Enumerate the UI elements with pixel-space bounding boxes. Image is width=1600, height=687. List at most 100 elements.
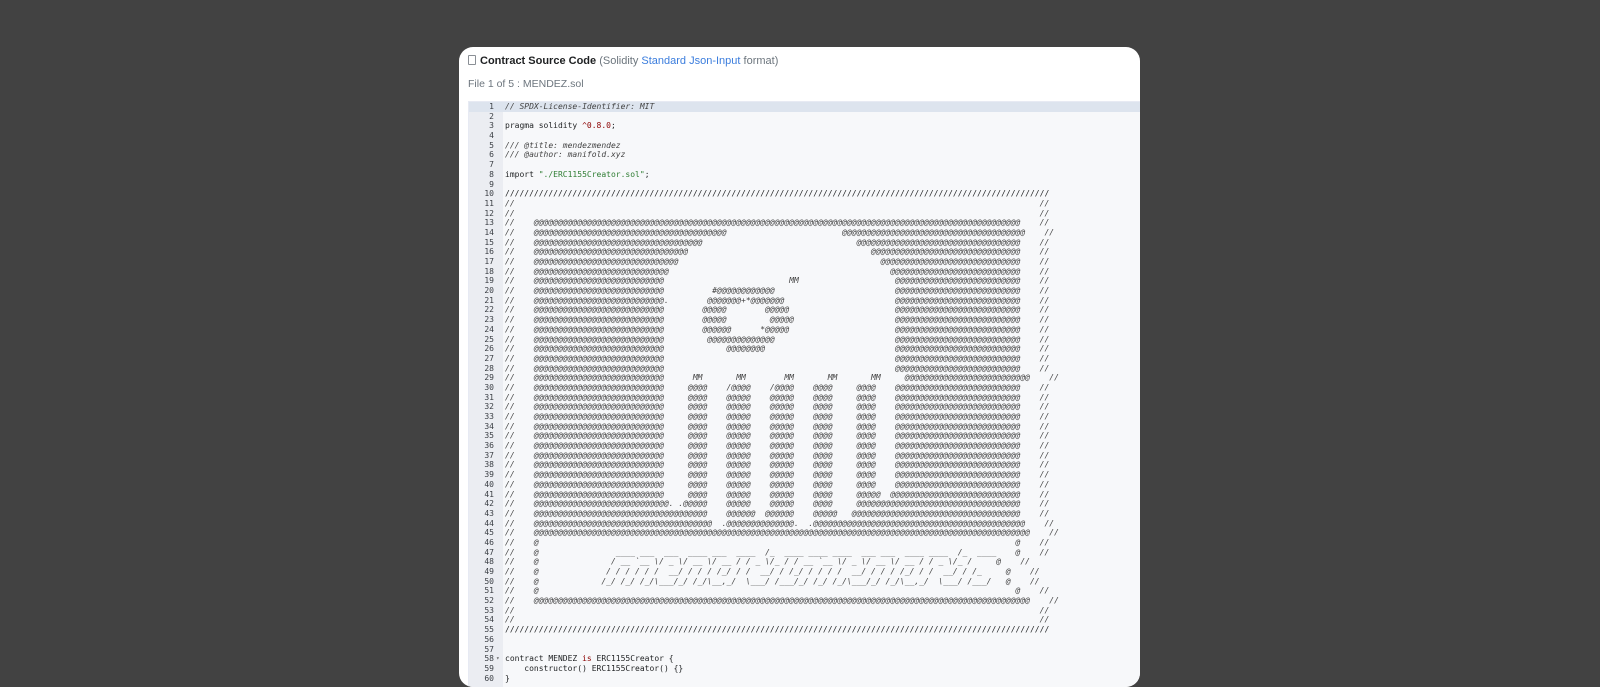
line-number: 50	[484, 576, 494, 586]
line-number: 10	[484, 189, 494, 199]
code-line: 26 // @@@@@@@@@@@@@@@@@@@@@@@@@@@ @@@@@@@…	[469, 344, 1140, 354]
line-text: // @@@@@@@@@@@@@@@@@@@@@@@@@@@@@@@@@@@@@…	[505, 596, 1059, 606]
code-line: 28 // @@@@@@@@@@@@@@@@@@@@@@@@@@@ @@@@@@@…	[469, 364, 1140, 374]
line-number: 11	[484, 198, 494, 208]
line-text: // @@@@@@@@@@@@@@@@@@@@@@@@@@@ @@@@@@@@@…	[505, 363, 1050, 373]
line-number: 59	[484, 663, 494, 673]
code-line: 43 // @@@@@@@@@@@@@@@@@@@@@@@@@@@@@@@@@@@…	[469, 509, 1140, 519]
line-number: 14	[484, 227, 494, 237]
code-line: 2	[469, 112, 1140, 122]
code-line: 39 // @@@@@@@@@@@@@@@@@@@@@@@@@@@ @@@@ @@…	[469, 470, 1140, 480]
line-number: 5	[489, 140, 494, 150]
line-number: 26	[484, 344, 494, 354]
line-number: 19	[484, 276, 494, 286]
code-line: 36 // @@@@@@@@@@@@@@@@@@@@@@@@@@@ @@@@ @@…	[469, 441, 1140, 451]
code-line: 8 import "./ERC1155Creator.sol";	[469, 170, 1140, 180]
code-line: 5 /// @title: mendezmendez	[469, 141, 1140, 151]
code-line: 9	[469, 180, 1140, 190]
line-text: // @@@@@@@@@@@@@@@@@@@@@@@@@@@@@@@@@@@@@…	[505, 227, 1055, 237]
line-number: 32	[484, 402, 494, 412]
line-number: 18	[484, 266, 494, 276]
line-text: // @@@@@@@@@@@@@@@@@@@@@@@@@@@ @@@@@@@@@…	[505, 334, 1050, 344]
code-line: 29 // @@@@@@@@@@@@@@@@@@@@@@@@@@@ MM MM M…	[469, 373, 1140, 383]
line-number: 25	[484, 334, 494, 344]
code-line: 44 // @@@@@@@@@@@@@@@@@@@@@@@@@@@@@@@@@@@…	[469, 519, 1140, 529]
code-line: 51 // @ @ //	[469, 586, 1140, 596]
line-number: 49	[484, 567, 494, 576]
line-text: // @@@@@@@@@@@@@@@@@@@@@@@@@@@@@@@@ @@@@…	[505, 247, 1050, 257]
code-line: 37 // @@@@@@@@@@@@@@@@@@@@@@@@@@@ @@@@ @@…	[469, 451, 1140, 461]
line-number: 40	[484, 479, 494, 489]
code-line: 7	[469, 160, 1140, 170]
line-text: pragma solidity ^0.8.0;	[505, 121, 616, 131]
line-number: 9	[489, 179, 494, 189]
code-line: 54 // //	[469, 615, 1140, 625]
line-number: 43	[484, 508, 494, 518]
line-text: // @@@@@@@@@@@@@@@@@@@@@@@@@@@ @@@@ @@@@…	[505, 392, 1050, 402]
line-number: 53	[484, 605, 494, 615]
code-line: 57	[469, 645, 1140, 655]
line-text: // @@@@@@@@@@@@@@@@@@@@@@@@@@@. @@@@@@@+…	[505, 295, 1050, 305]
line-number: 16	[484, 247, 494, 257]
line-text: // //	[505, 615, 1050, 625]
line-number: 37	[484, 450, 494, 460]
line-text: // @@@@@@@@@@@@@@@@@@@@@@@@@@@ @@@@ @@@@…	[505, 441, 1050, 451]
code-line: 49 // @ / / / / / / __/ / / / /_/ / / __/…	[469, 567, 1140, 577]
code-line: 60}	[469, 674, 1140, 684]
section-title: Contract Source Code	[480, 55, 597, 67]
code-editor[interactable]: 1 // SPDX-License-Identifier: MIT 2 3 pragma…	[468, 101, 1140, 687]
line-number: 54	[484, 615, 494, 625]
code-line: 15 // @@@@@@@@@@@@@@@@@@@@@@@@@@@@@@@@@@@…	[469, 238, 1140, 248]
code-line: 34 // @@@@@@@@@@@@@@@@@@@@@@@@@@@ @@@@ @@…	[469, 422, 1140, 432]
code-line: 45 // @@@@@@@@@@@@@@@@@@@@@@@@@@@@@@@@@@@…	[469, 528, 1140, 538]
line-number: 56	[484, 634, 494, 644]
code-line: 41 // @@@@@@@@@@@@@@@@@@@@@@@@@@@ @@@@ @@…	[469, 490, 1140, 500]
code-line: 17 // @@@@@@@@@@@@@@@@@@@@@@@@@@@@@@ @@@@…	[469, 257, 1140, 267]
code-line: 4	[469, 131, 1140, 141]
line-text: // //	[505, 198, 1050, 208]
line-number: 3	[489, 121, 494, 131]
line-text: // SPDX-License-Identifier: MIT	[505, 102, 655, 111]
line-number: 31	[484, 392, 494, 402]
code-line: 25 // @@@@@@@@@@@@@@@@@@@@@@@@@@@ @@@@@@@…	[469, 335, 1140, 345]
code-line: 11 // //	[469, 199, 1140, 209]
line-number: 1	[489, 102, 494, 111]
line-text: contract MENDEZ is ERC1155Creator {	[505, 654, 674, 664]
line-number: 22	[484, 305, 494, 315]
code-line: 18 // @@@@@@@@@@@@@@@@@@@@@@@@@@@@ @@@@@@…	[469, 267, 1140, 277]
code-line: 40 // @@@@@@@@@@@@@@@@@@@@@@@@@@@ @@@@ @@…	[469, 480, 1140, 490]
line-text: // @@@@@@@@@@@@@@@@@@@@@@@@@@@@@@@@@@@@@…	[505, 218, 1050, 228]
code-line: 12 // //	[469, 209, 1140, 219]
line-number: 55	[484, 625, 494, 635]
code-line: 6 /// @author: manifold.xyz	[469, 150, 1140, 160]
line-number: 6	[489, 150, 494, 160]
standard-json-input-link[interactable]: Standard Json-Input	[641, 55, 740, 67]
line-text: }	[505, 673, 510, 683]
line-text: ////////////////////////////////////////…	[505, 189, 1050, 199]
line-text: // //	[505, 208, 1050, 218]
fold-arrow-icon[interactable]: ▾	[496, 654, 500, 664]
line-text: // @ /_/ /_/ /_/\___/_/ /_/\__,_/ \___/ …	[505, 576, 1040, 586]
line-text: // @@@@@@@@@@@@@@@@@@@@@@@@@@@ @@@@ @@@@…	[505, 402, 1050, 412]
line-text: // @@@@@@@@@@@@@@@@@@@@@@@@@@@ @@@@@@ *@…	[505, 324, 1050, 334]
code-line: 31 // @@@@@@@@@@@@@@@@@@@@@@@@@@@ @@@@ @@…	[469, 393, 1140, 403]
line-text: // @ @ //	[505, 537, 1050, 547]
code-line: 58 ▾ contract MENDEZ is ERC1155Creator {	[469, 654, 1140, 664]
line-number: 4	[489, 131, 494, 141]
line-number: 24	[484, 324, 494, 334]
line-number: 44	[484, 518, 494, 528]
code-line: 48 // @ / __ `__ \/ _ \/ __ \/ __ / / _ \…	[469, 557, 1140, 567]
line-text: // @@@@@@@@@@@@@@@@@@@@@@@@@@@ @@@@ @@@@…	[505, 450, 1050, 460]
code-line: 50 // @ /_/ /_/ /_/\___/_/ /_/\__,_/ \___…	[469, 577, 1140, 587]
line-text: // @@@@@@@@@@@@@@@@@@@@@@@@@@@ @@@@@ @@@…	[505, 315, 1050, 325]
line-text: // //	[505, 605, 1050, 615]
code-line: 55 //////////////////////////////////////…	[469, 625, 1140, 635]
line-number: 46	[484, 537, 494, 547]
line-number: 28	[484, 363, 494, 373]
file-info: File 1 of 5 : MENDEZ.sol	[468, 78, 584, 90]
code-line: 42 // @@@@@@@@@@@@@@@@@@@@@@@@@@@@. .@@@@…	[469, 499, 1140, 509]
line-text: // @@@@@@@@@@@@@@@@@@@@@@@@@@@ @@@@@ @@@…	[505, 305, 1050, 315]
line-text: // @@@@@@@@@@@@@@@@@@@@@@@@@@@ #@@@@@@@@…	[505, 286, 1050, 296]
line-text: // @@@@@@@@@@@@@@@@@@@@@@@@@@@ @@@@ @@@@…	[505, 489, 1050, 499]
line-text: // @@@@@@@@@@@@@@@@@@@@@@@@@@@@@@@@@@@ @…	[505, 237, 1050, 247]
